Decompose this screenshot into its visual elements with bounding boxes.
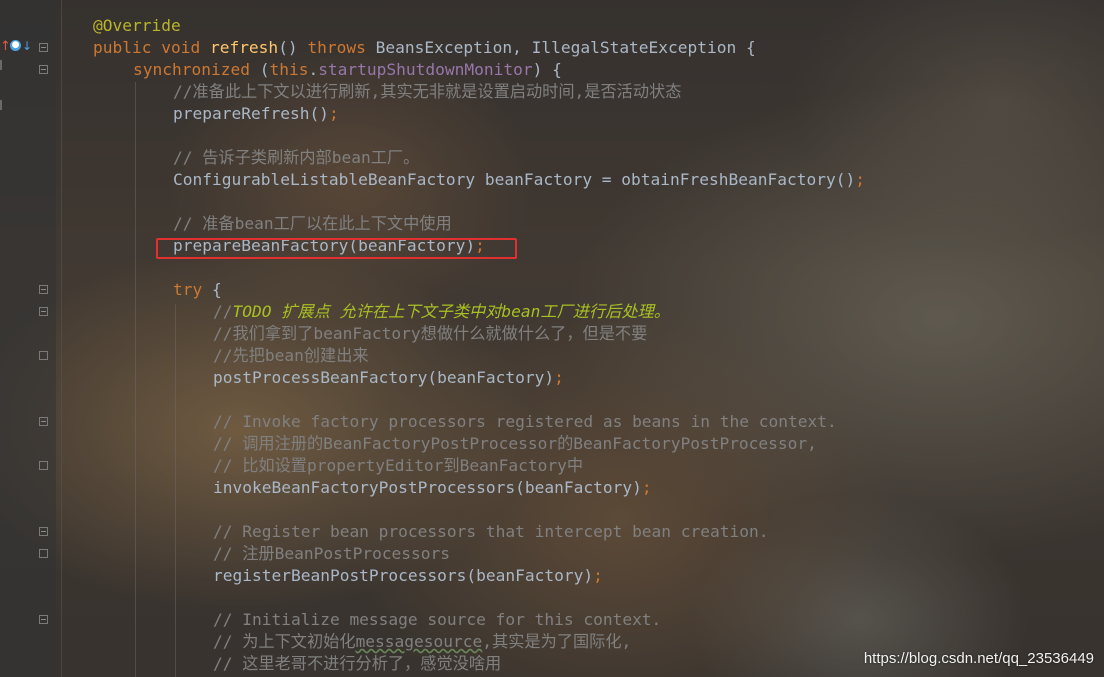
- code-line[interactable]: //先把bean创建出来: [213, 345, 369, 367]
- code-token: ,其实是为了国际化,: [482, 632, 632, 651]
- code-line[interactable]: // 为上下文初始化messagesource,其实是为了国际化,: [213, 631, 631, 653]
- code-token: (): [278, 38, 308, 57]
- code-line[interactable]: public void refresh() throws BeansExcept…: [93, 37, 756, 59]
- code-token: // Initialize message source for this co…: [213, 610, 662, 629]
- fold-marker-icon[interactable]: [39, 615, 48, 624]
- fold-marker-icon[interactable]: [39, 351, 48, 360]
- code-line[interactable]: // 调用注册的BeanFactoryPostProcessor的BeanFac…: [213, 433, 817, 455]
- code-token: ;: [641, 478, 652, 497]
- code-token: ;: [855, 170, 865, 189]
- code-token: // Register bean processors that interce…: [213, 522, 769, 541]
- watermark: https://blog.csdn.net/qq_23536449: [863, 650, 1094, 667]
- code-line[interactable]: synchronized (this.startupShutdownMonito…: [133, 59, 562, 81]
- code-line[interactable]: // Initialize message source for this co…: [213, 609, 661, 631]
- code-token: refresh: [209, 38, 279, 57]
- fold-marker-icon[interactable]: [39, 461, 48, 470]
- code-token: startupShutdownMonitor: [318, 60, 533, 79]
- implementation-down-arrow-icon[interactable]: ↓: [22, 39, 32, 53]
- code-line[interactable]: // Register bean processors that interce…: [213, 521, 769, 543]
- code-token: invokeBeanFactoryPostProcessors(beanFact…: [213, 478, 642, 497]
- code-token: (: [259, 60, 270, 79]
- code-token: postProcessBeanFactory(beanFactory): [213, 368, 555, 387]
- code-line[interactable]: // 注册BeanPostProcessors: [213, 543, 450, 565]
- code-token: public void: [93, 38, 210, 57]
- code-token: //我们拿到了beanFactory想做什么就做什么了，但是不要: [213, 324, 648, 343]
- code-token: // 准备bean工厂以在此上下文中使用: [173, 214, 452, 233]
- gutter-marker: [0, 60, 2, 70]
- code-token: ) {: [532, 60, 562, 79]
- code-token: ;: [328, 104, 339, 123]
- code-token: messagesource: [355, 632, 483, 651]
- code-line[interactable]: postProcessBeanFactory(beanFactory);: [213, 367, 564, 389]
- code-token: synchronized: [133, 60, 260, 79]
- code-line[interactable]: // 准备bean工厂以在此上下文中使用: [173, 213, 452, 235]
- code-token: // 调用注册的BeanFactoryPostProcessor的BeanFac…: [213, 434, 817, 453]
- code-token: // 告诉子类刷新内部bean工厂。: [173, 148, 420, 167]
- implementation-marker-icon[interactable]: ●: [10, 40, 21, 51]
- code-token: // 为上下文初始化: [213, 632, 356, 651]
- fold-marker-icon[interactable]: [39, 285, 48, 294]
- fold-marker-icon[interactable]: [39, 43, 48, 52]
- code-token: TODO 扩展点 允许在上下文子类中对bean工厂进行后处理。: [232, 302, 670, 321]
- fold-marker-icon[interactable]: [39, 307, 48, 316]
- editor-gutter: ↑ ● ↓: [0, 0, 56, 677]
- gutter-divider: [61, 0, 62, 677]
- code-token: {: [211, 280, 222, 299]
- code-token: //准备此上下文以进行刷新,其实无非就是设置启动时间,是否活动状态: [173, 82, 682, 101]
- code-token: .: [308, 60, 319, 79]
- fold-marker-icon[interactable]: [39, 549, 48, 558]
- indent-guide: [175, 304, 176, 677]
- fold-marker-icon[interactable]: [39, 417, 48, 426]
- code-line[interactable]: // Invoke factory processors registered …: [213, 411, 837, 433]
- code-line[interactable]: //TODO 扩展点 允许在上下文子类中对bean工厂进行后处理。: [213, 301, 670, 323]
- code-line[interactable]: @Override: [93, 15, 181, 37]
- indent-guide: [135, 82, 136, 677]
- code-token: // 比如设置propertyEditor到BeanFactory中: [213, 456, 584, 475]
- code-line[interactable]: ConfigurableListableBeanFactory beanFact…: [173, 169, 865, 191]
- code-line[interactable]: // 这里老哥不进行分析了，感觉没啥用: [213, 653, 501, 675]
- code-token: throws: [307, 38, 376, 57]
- code-line[interactable]: // 告诉子类刷新内部bean工厂。: [173, 147, 419, 169]
- gutter-marker: [0, 100, 2, 110]
- code-line[interactable]: invokeBeanFactoryPostProcessors(beanFact…: [213, 477, 652, 499]
- code-token: registerBeanPostProcessors(beanFactory): [213, 566, 594, 585]
- code-token: // 注册BeanPostProcessors: [213, 544, 451, 563]
- code-token: // Invoke factory processors registered …: [213, 412, 837, 431]
- code-token: BeansException, IllegalStateException {: [375, 38, 756, 57]
- code-line[interactable]: //准备此上下文以进行刷新,其实无非就是设置启动时间,是否活动状态: [173, 81, 681, 103]
- code-token: //先把bean创建出来: [213, 346, 369, 365]
- fold-marker-icon[interactable]: [39, 527, 48, 536]
- code-token: ConfigurableListableBeanFactory beanFact…: [173, 170, 856, 189]
- code-line[interactable]: //我们拿到了beanFactory想做什么就做什么了，但是不要: [213, 323, 647, 345]
- code-token: ;: [593, 566, 603, 585]
- code-line[interactable]: registerBeanPostProcessors(beanFactory);: [213, 565, 603, 587]
- code-token: this: [269, 60, 309, 79]
- fold-marker-icon[interactable]: [39, 65, 48, 74]
- code-token: //: [213, 302, 233, 321]
- code-token: @Override: [93, 16, 181, 35]
- code-line[interactable]: prepareRefresh();: [173, 103, 339, 125]
- code-token: // 这里老哥不进行分析了，感觉没啥用: [213, 654, 502, 673]
- code-token: prepareRefresh(): [173, 104, 329, 123]
- highlight-box: [156, 238, 517, 259]
- code-token: ;: [554, 368, 564, 387]
- code-token: try: [173, 280, 212, 299]
- code-line[interactable]: // 比如设置propertyEditor到BeanFactory中: [213, 455, 583, 477]
- code-line[interactable]: try {: [173, 279, 222, 301]
